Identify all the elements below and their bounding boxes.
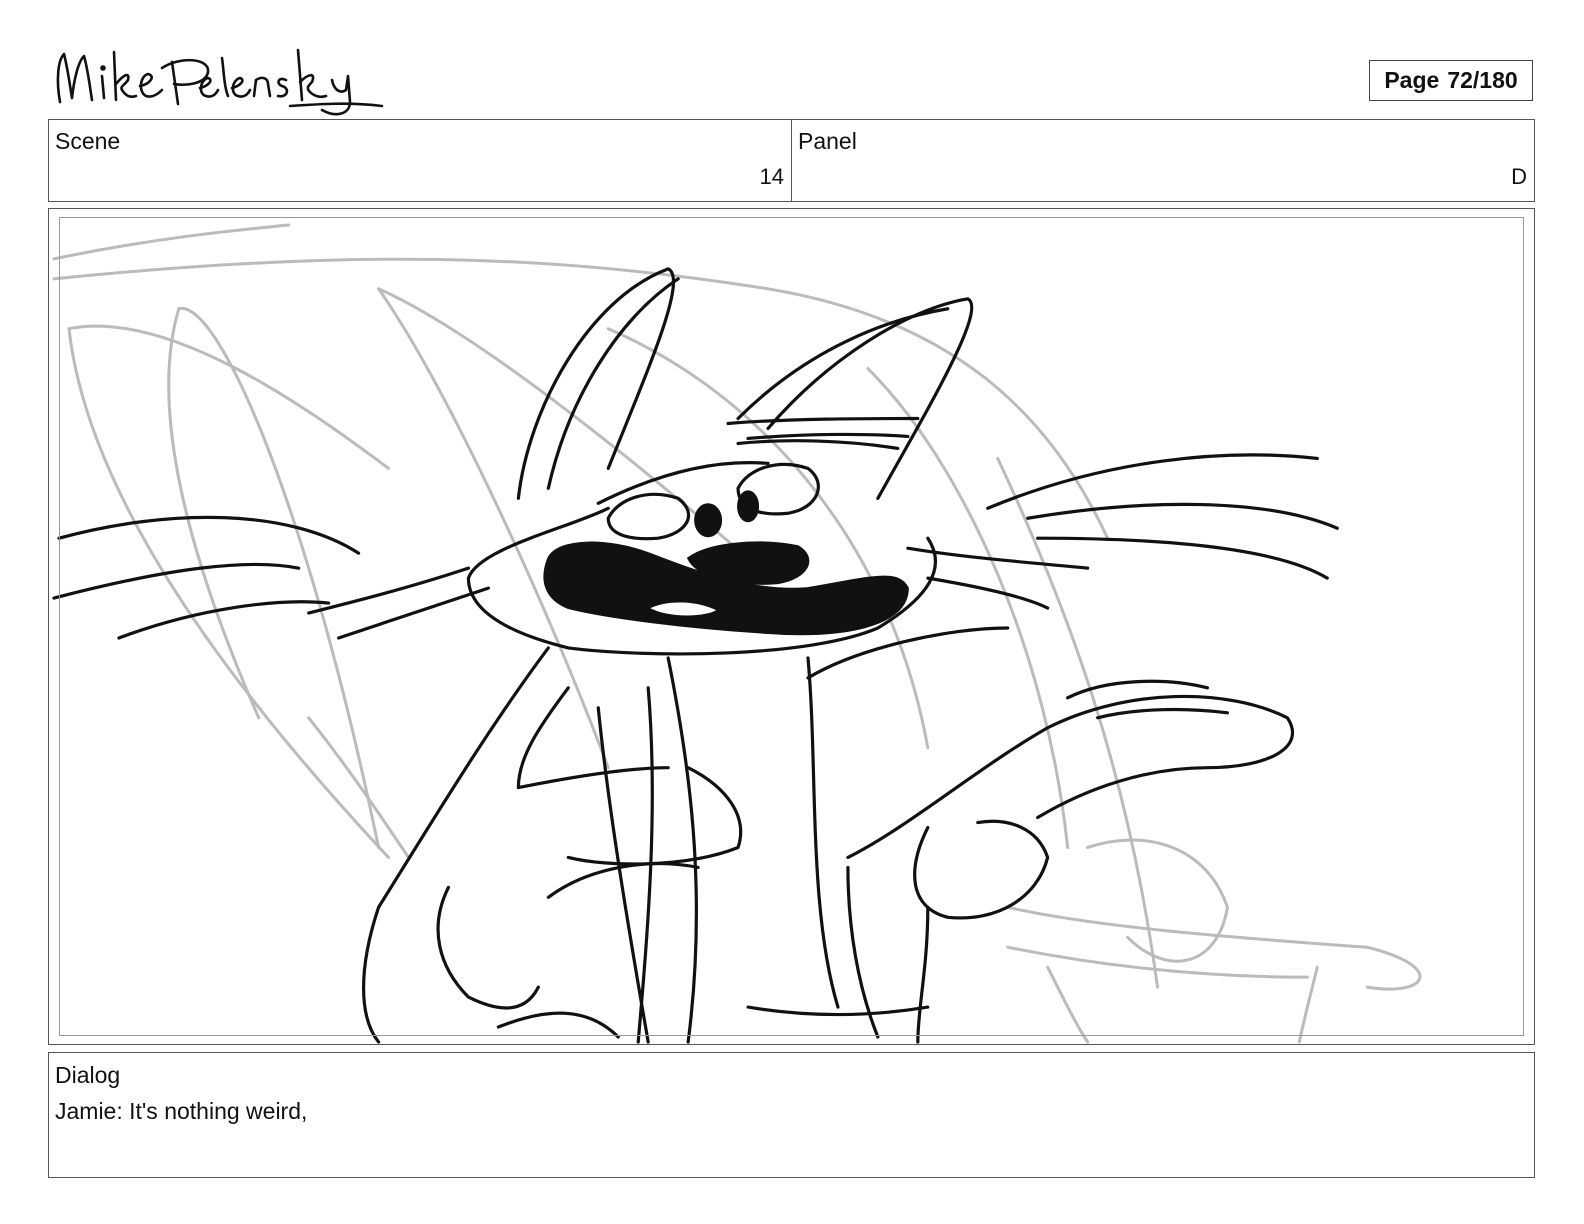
panel-inner-border (59, 217, 1524, 1036)
panel-cell: Panel D (791, 120, 1534, 201)
artist-signature-logo (56, 48, 384, 116)
dialog-label: Dialog (55, 1062, 121, 1088)
dialog-box: Dialog Jamie: It's nothing weird, (48, 1052, 1535, 1178)
page-number: 72/180 (1447, 67, 1518, 93)
scene-label: Scene (55, 128, 121, 154)
panel-label: Panel (798, 128, 857, 154)
panel-value: D (1511, 164, 1527, 189)
dialog-text: Jamie: It's nothing weird, (55, 1098, 308, 1124)
page-label: Page (1384, 67, 1440, 93)
storyboard-panel-frame (48, 208, 1535, 1045)
scene-cell: Scene 14 (49, 120, 791, 201)
page-indicator: Page 72/180 (1369, 60, 1533, 101)
scene-value: 14 (759, 164, 784, 189)
scene-panel-info-row: Scene 14 Panel D (48, 119, 1535, 202)
